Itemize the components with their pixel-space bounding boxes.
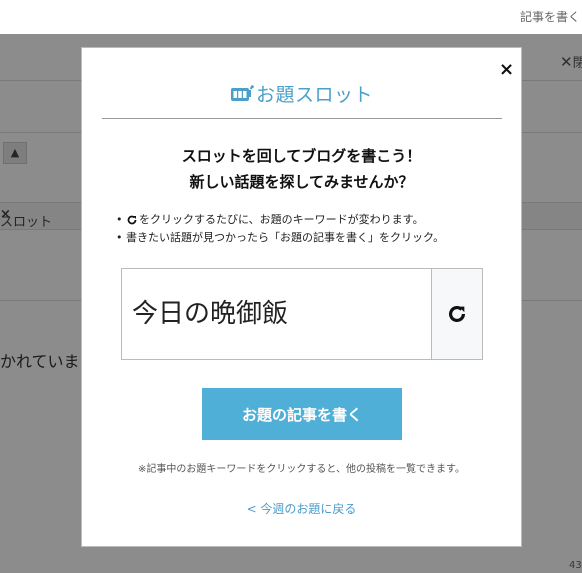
top-bar: 記事を書く [0,0,582,34]
topic-slot: 今日の晩御飯 [121,268,483,360]
header-divider [102,118,502,119]
topic-keyword: 今日の晩御飯 [132,299,289,329]
instructions-list: • をクリックするたびに、お題のキーワードが変わります。 • 書きたい話題が見つ… [116,211,444,247]
refresh-icon [449,306,466,323]
spin-slot-button[interactable] [431,269,482,359]
footnote: ※記事中のお題キーワードをクリックすると、他の投稿を一覧できます。 [138,464,465,475]
refresh-icon [127,215,137,225]
close-icon[interactable]: × [499,60,514,80]
slot-machine-icon [230,84,254,101]
modal-logo: お題スロット [230,80,373,107]
back-to-weekly-topic-link[interactable]: < 今週のお題に戻る [82,500,521,517]
modal-header: お題スロット [82,80,521,110]
instruction-item: • をクリックするたびに、お題のキーワードが変わります。 [116,213,424,226]
headline: スロットを回してブログを書こう！ 新しい話題を探してみませんか？ [82,143,521,195]
odai-slot-modal: × お題スロット スロットを回してブログを書こう！ 新しい話題を探してみませんか… [81,47,522,547]
write-topic-article-button[interactable]: お題の記事を書く [202,388,402,440]
headline-line-1: スロットを回してブログを書こう！ [181,147,422,165]
headline-line-2: 新しい話題を探してみませんか？ [189,173,414,191]
write-article-link[interactable]: 記事を書く [520,8,580,25]
instruction-item: • 書きたい話題が見つかったら「お題の記事を書く」をクリック。 [116,231,445,244]
modal-title: お題スロット [255,84,373,106]
